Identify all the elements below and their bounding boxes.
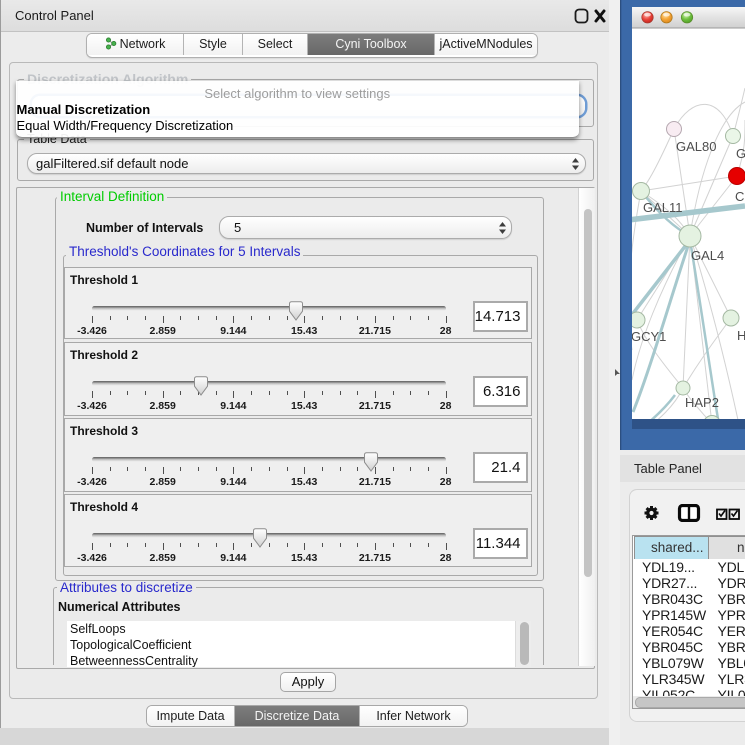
svg-text:GAL11: GAL11 bbox=[643, 200, 683, 215]
svg-text:GCY1: GCY1 bbox=[631, 329, 666, 344]
svg-text:GAL80: GAL80 bbox=[676, 139, 716, 154]
svg-text:H: H bbox=[737, 328, 745, 343]
svg-text:HAP2: HAP2 bbox=[685, 395, 719, 410]
svg-text:GAL4: GAL4 bbox=[691, 248, 724, 263]
svg-text:C: C bbox=[735, 189, 744, 204]
svg-text:GA: GA bbox=[736, 146, 745, 161]
